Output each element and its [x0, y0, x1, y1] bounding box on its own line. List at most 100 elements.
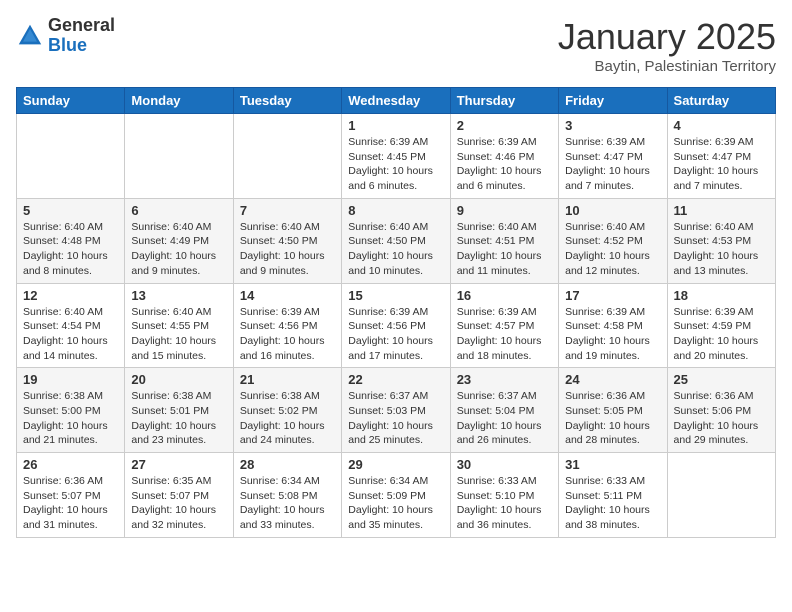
day-number: 9	[457, 203, 552, 218]
calendar-cell: 22Sunrise: 6:37 AMSunset: 5:03 PMDayligh…	[342, 368, 450, 453]
day-number: 29	[348, 457, 443, 472]
day-number: 4	[674, 118, 769, 133]
calendar-cell: 28 Sunrise: 6:34 AMSunset: 5:08 PMDayligh…	[233, 453, 341, 538]
calendar-cell: 21 Sunrise: 6:38 AMSunset: 5:02 PMDayligh…	[233, 368, 341, 453]
calendar-cell: 15Sunrise: 6:39 AMSunset: 4:56 PMDayligh…	[342, 283, 450, 368]
calendar-cell: 26Sunrise: 6:36 AMSunset: 5:07 PMDayligh…	[17, 453, 125, 538]
day-info: Sunrise: 6:39 AMSunset: 4:47 PMDaylight:…	[565, 135, 660, 194]
day-number: 11	[674, 203, 769, 218]
day-info: Sunrise: 6:37 AMSunset: 5:04 PMDaylight:…	[457, 389, 552, 448]
day-info: Sunrise: 6:33 AMSunset: 5:11 PMDaylight:…	[565, 474, 660, 533]
day-number: 15	[348, 288, 443, 303]
day-info: Sunrise: 6:40 AMSunset: 4:52 PMDaylight:…	[565, 220, 660, 279]
calendar-cell: 16Sunrise: 6:39 AMSunset: 4:57 PMDayligh…	[450, 283, 558, 368]
calendar-week-row: 12 Sunrise: 6:40 AMSunset: 4:54 PMDayligh…	[17, 283, 776, 368]
day-number: 20	[131, 372, 226, 387]
calendar-week-row: 26Sunrise: 6:36 AMSunset: 5:07 PMDayligh…	[17, 453, 776, 538]
day-info: Sunrise: 6:34 AMSunset: 5:09 PMDaylight:…	[348, 474, 443, 533]
day-number: 31	[565, 457, 660, 472]
day-number: 26	[23, 457, 118, 472]
day-info: Sunrise: 6:39 AMSunset: 4:59 PMDaylight:…	[674, 305, 769, 364]
day-number: 30	[457, 457, 552, 472]
calendar-week-row: 1 Sunrise: 6:39 AMSunset: 4:45 PMDaylight…	[17, 114, 776, 199]
calendar-cell: 14Sunrise: 6:39 AMSunset: 4:56 PMDayligh…	[233, 283, 341, 368]
calendar-cell: 6 Sunrise: 6:40 AMSunset: 4:49 PMDaylight…	[125, 198, 233, 283]
day-info: Sunrise: 6:34 AMSunset: 5:08 PMDaylight:…	[240, 474, 335, 533]
calendar-cell: 8 Sunrise: 6:40 AMSunset: 4:50 PMDaylight…	[342, 198, 450, 283]
calendar-cell: 5Sunrise: 6:40 AMSunset: 4:48 PMDaylight…	[17, 198, 125, 283]
day-info: Sunrise: 6:39 AMSunset: 4:46 PMDaylight:…	[457, 135, 552, 194]
weekday-header: Wednesday	[342, 88, 450, 114]
logo-icon	[16, 22, 44, 50]
calendar-cell: 12 Sunrise: 6:40 AMSunset: 4:54 PMDayligh…	[17, 283, 125, 368]
calendar-cell: 30 Sunrise: 6:33 AMSunset: 5:10 PMDayligh…	[450, 453, 558, 538]
day-info: Sunrise: 6:40 AMSunset: 4:50 PMDaylight:…	[240, 220, 335, 279]
day-info: Sunrise: 6:33 AMSunset: 5:10 PMDaylight:…	[457, 474, 552, 533]
location: Baytin, Palestinian Territory	[558, 58, 776, 75]
day-number: 10	[565, 203, 660, 218]
calendar-cell: 29 Sunrise: 6:34 AMSunset: 5:09 PMDayligh…	[342, 453, 450, 538]
day-info: Sunrise: 6:40 AMSunset: 4:55 PMDaylight:…	[131, 305, 226, 364]
day-number: 8	[348, 203, 443, 218]
title-block: January 2025 Baytin, Palestinian Territo…	[558, 16, 776, 75]
calendar-cell	[667, 453, 775, 538]
calendar-cell: 23 Sunrise: 6:37 AMSunset: 5:04 PMDayligh…	[450, 368, 558, 453]
calendar-cell: 31 Sunrise: 6:33 AMSunset: 5:11 PMDayligh…	[559, 453, 667, 538]
calendar-cell: 7Sunrise: 6:40 AMSunset: 4:50 PMDaylight…	[233, 198, 341, 283]
day-info: Sunrise: 6:40 AMSunset: 4:54 PMDaylight:…	[23, 305, 118, 364]
day-info: Sunrise: 6:37 AMSunset: 5:03 PMDaylight:…	[348, 389, 443, 448]
calendar-cell: 19Sunrise: 6:38 AMSunset: 5:00 PMDayligh…	[17, 368, 125, 453]
day-number: 24	[565, 372, 660, 387]
day-number: 21	[240, 372, 335, 387]
weekday-header: Monday	[125, 88, 233, 114]
calendar-cell	[125, 114, 233, 199]
logo-general: General	[48, 15, 115, 35]
calendar-week-row: 19Sunrise: 6:38 AMSunset: 5:00 PMDayligh…	[17, 368, 776, 453]
day-info: Sunrise: 6:39 AMSunset: 4:57 PMDaylight:…	[457, 305, 552, 364]
calendar-cell: 9 Sunrise: 6:40 AMSunset: 4:51 PMDaylight…	[450, 198, 558, 283]
day-number: 5	[23, 203, 118, 218]
day-number: 1	[348, 118, 443, 133]
day-info: Sunrise: 6:39 AMSunset: 4:47 PMDaylight:…	[674, 135, 769, 194]
day-info: Sunrise: 6:40 AMSunset: 4:50 PMDaylight:…	[348, 220, 443, 279]
logo-text: General Blue	[48, 16, 115, 56]
calendar-cell: 24 Sunrise: 6:36 AMSunset: 5:05 PMDayligh…	[559, 368, 667, 453]
day-info: Sunrise: 6:40 AMSunset: 4:49 PMDaylight:…	[131, 220, 226, 279]
day-info: Sunrise: 6:36 AMSunset: 5:05 PMDaylight:…	[565, 389, 660, 448]
calendar-table: SundayMondayTuesdayWednesdayThursdayFrid…	[16, 87, 776, 538]
month-title: January 2025	[558, 16, 776, 58]
calendar-cell: 27Sunrise: 6:35 AMSunset: 5:07 PMDayligh…	[125, 453, 233, 538]
day-number: 25	[674, 372, 769, 387]
day-info: Sunrise: 6:35 AMSunset: 5:07 PMDaylight:…	[131, 474, 226, 533]
logo: General Blue	[16, 16, 115, 56]
calendar-week-row: 5Sunrise: 6:40 AMSunset: 4:48 PMDaylight…	[17, 198, 776, 283]
day-number: 2	[457, 118, 552, 133]
day-info: Sunrise: 6:39 AMSunset: 4:58 PMDaylight:…	[565, 305, 660, 364]
calendar-cell: 25Sunrise: 6:36 AMSunset: 5:06 PMDayligh…	[667, 368, 775, 453]
calendar-cell: 3 Sunrise: 6:39 AMSunset: 4:47 PMDaylight…	[559, 114, 667, 199]
weekday-header: Sunday	[17, 88, 125, 114]
day-info: Sunrise: 6:39 AMSunset: 4:45 PMDaylight:…	[348, 135, 443, 194]
calendar-cell: 18 Sunrise: 6:39 AMSunset: 4:59 PMDayligh…	[667, 283, 775, 368]
day-number: 12	[23, 288, 118, 303]
day-number: 18	[674, 288, 769, 303]
weekday-header: Friday	[559, 88, 667, 114]
weekday-header: Thursday	[450, 88, 558, 114]
day-number: 28	[240, 457, 335, 472]
calendar-cell: 2 Sunrise: 6:39 AMSunset: 4:46 PMDaylight…	[450, 114, 558, 199]
calendar-cell: 4 Sunrise: 6:39 AMSunset: 4:47 PMDaylight…	[667, 114, 775, 199]
day-number: 6	[131, 203, 226, 218]
logo-blue: Blue	[48, 35, 87, 55]
day-info: Sunrise: 6:39 AMSunset: 4:56 PMDaylight:…	[240, 305, 335, 364]
page-header: General Blue January 2025 Baytin, Palest…	[16, 16, 776, 75]
day-number: 17	[565, 288, 660, 303]
day-number: 23	[457, 372, 552, 387]
calendar-cell	[233, 114, 341, 199]
day-number: 13	[131, 288, 226, 303]
day-info: Sunrise: 6:40 AMSunset: 4:51 PMDaylight:…	[457, 220, 552, 279]
day-number: 3	[565, 118, 660, 133]
calendar-cell: 11Sunrise: 6:40 AMSunset: 4:53 PMDayligh…	[667, 198, 775, 283]
weekday-header: Saturday	[667, 88, 775, 114]
day-info: Sunrise: 6:38 AMSunset: 5:02 PMDaylight:…	[240, 389, 335, 448]
day-number: 19	[23, 372, 118, 387]
